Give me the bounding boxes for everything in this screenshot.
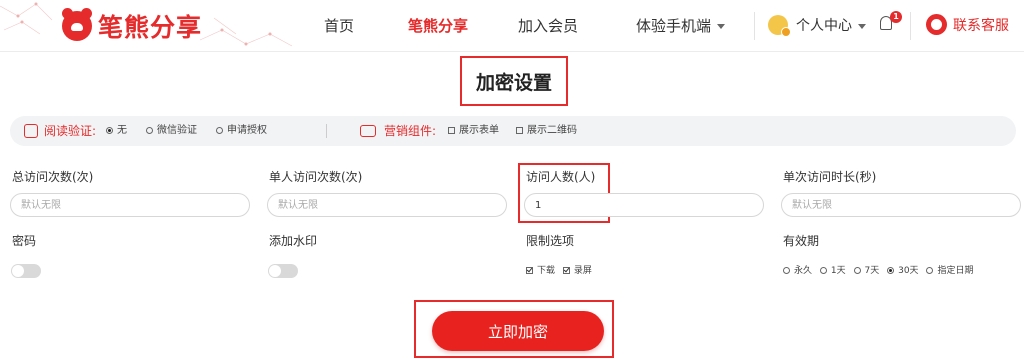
radio-dot-icon <box>783 266 790 274</box>
watermark-toggle[interactable] <box>268 264 298 278</box>
user-center-label: 个人中心 <box>796 18 852 34</box>
header-divider <box>910 12 911 40</box>
checkbox-label: 展示表单 <box>459 125 499 136</box>
radio-validity-7days[interactable]: 7天 <box>853 266 880 276</box>
bear-logo-icon <box>62 8 92 41</box>
header-divider <box>754 12 755 40</box>
radio-dot-icon <box>926 266 934 274</box>
duration-input[interactable] <box>781 193 1021 217</box>
checkbox-label: 展示二维码 <box>527 125 577 136</box>
logo-text: 笔熊分享 <box>98 13 203 42</box>
radio-dot-icon <box>216 126 223 134</box>
radio-validity-1day[interactable]: 1天 <box>819 266 846 276</box>
radio-verify-wechat[interactable]: 微信验证 <box>146 116 197 146</box>
limit-options: 下载 录屏 <box>526 264 597 278</box>
contact-service-link[interactable]: 联系客服 <box>953 0 1009 52</box>
site-logo[interactable]: 笔熊分享 <box>62 8 202 44</box>
single-visits-label: 单人访问次数(次) <box>269 170 363 184</box>
notification-badge: 1 <box>890 11 902 23</box>
nav-membership[interactable]: 加入会员 <box>518 0 578 52</box>
top-navbar: 笔熊分享 首页 笔熊分享 加入会员 体验手机端 个人中心 1 联系客服 <box>0 0 1024 52</box>
user-center-menu[interactable]: 个人中心 <box>796 0 866 52</box>
password-toggle[interactable] <box>11 264 41 278</box>
nav-mobile-label: 体验手机端 <box>636 17 712 35</box>
radio-label: 微信验证 <box>157 125 197 136</box>
nav-home[interactable]: 首页 <box>324 0 354 52</box>
total-visits-input[interactable] <box>10 193 250 217</box>
read-verify-label: 阅读验证: <box>44 124 97 138</box>
total-visits-label: 总访问次数(次) <box>12 170 94 184</box>
user-avatar-icon[interactable] <box>768 15 791 37</box>
checkbox-show-form[interactable]: 展示表单 <box>448 116 499 146</box>
single-visits-input[interactable] <box>267 193 507 217</box>
checkbox-label: 录屏 <box>573 266 592 276</box>
radio-verify-none[interactable]: 无 <box>106 116 127 146</box>
checkbox-icon <box>562 266 570 274</box>
radio-dot-icon <box>146 126 153 134</box>
watermark-label: 添加水印 <box>269 234 318 248</box>
checkbox-show-qrcode[interactable]: 展示二维码 <box>516 116 577 146</box>
chevron-down-icon <box>858 23 866 29</box>
nav-share[interactable]: 笔熊分享 <box>408 0 468 52</box>
radio-validity-30days[interactable]: 30天 <box>887 266 919 276</box>
radio-label: 7天 <box>864 266 880 276</box>
radio-dot-icon <box>106 126 113 134</box>
visitors-input[interactable] <box>524 193 764 217</box>
radio-dot-icon <box>887 266 895 274</box>
checkbox-icon <box>448 126 455 134</box>
headset-icon[interactable] <box>926 14 947 35</box>
radio-dot-icon <box>819 266 827 274</box>
checkbox-label: 下载 <box>537 266 556 276</box>
validity-label: 有效期 <box>783 234 820 248</box>
radio-label: 永久 <box>794 266 813 276</box>
radio-label: 1天 <box>830 266 846 276</box>
duration-label: 单次访问时长(秒) <box>783 170 877 184</box>
radio-label: 申请授权 <box>227 125 267 136</box>
phone-verify-icon <box>24 124 38 138</box>
radio-validity-forever[interactable]: 永久 <box>783 266 812 276</box>
encrypt-now-button[interactable]: 立即加密 <box>432 311 604 351</box>
password-label: 密码 <box>12 234 37 248</box>
radio-validity-custom-date[interactable]: 指定日期 <box>926 266 973 276</box>
chevron-down-icon <box>717 24 726 29</box>
verification-options-bar: 阅读验证: 无 微信验证 申请授权 营销组件: 展示表单 展示二维码 <box>10 116 1016 146</box>
checkbox-icon <box>526 266 533 274</box>
radio-verify-apply[interactable]: 申请授权 <box>216 116 267 146</box>
nav-mobile[interactable]: 体验手机端 <box>636 0 726 52</box>
visitors-label: 访问人数(人) <box>526 170 596 184</box>
checkbox-download[interactable]: 下载 <box>526 266 555 276</box>
validity-options: 永久 1天 7天 30天 指定日期 <box>783 264 978 278</box>
radio-label: 30天 <box>898 266 919 276</box>
radio-label: 指定日期 <box>937 266 974 276</box>
checkbox-icon <box>516 126 523 134</box>
limits-label: 限制选项 <box>526 234 575 248</box>
marketing-label: 营销组件: <box>384 124 437 138</box>
radio-label: 无 <box>117 125 127 136</box>
bar-divider <box>326 124 327 138</box>
radio-dot-icon <box>853 266 861 274</box>
wallet-icon <box>360 125 376 137</box>
page-title: 加密设置 <box>460 56 568 106</box>
checkbox-screen-record[interactable]: 录屏 <box>562 266 592 276</box>
